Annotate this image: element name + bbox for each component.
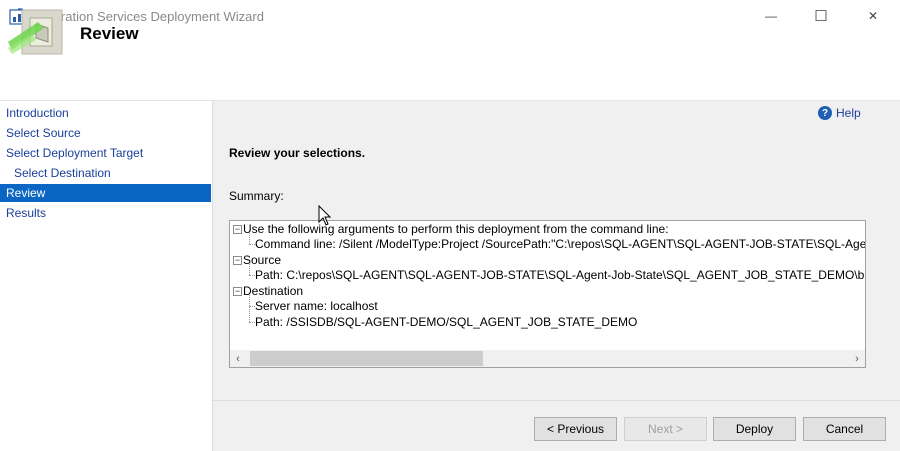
help-icon: ? — [818, 106, 832, 120]
tree-node-command-line[interactable]: Command line: /Silent /ModelType:Project… — [255, 237, 865, 252]
tree-node-source[interactable]: Source — [243, 253, 281, 268]
summary-tree[interactable]: − − − Use the following arguments to per… — [229, 220, 866, 368]
mouse-cursor-icon — [318, 204, 332, 230]
collapse-toggle-icon[interactable]: − — [233, 225, 242, 234]
page-title: Review — [80, 24, 139, 43]
tree-node-destination-path[interactable]: Path: /SSISDB/SQL-AGENT-DEMO/SQL_AGENT_J… — [255, 315, 637, 330]
nav-item-results[interactable]: Results — [0, 204, 211, 222]
tree-connector — [249, 295, 250, 322]
nav-item-select-source[interactable]: Select Source — [0, 124, 211, 142]
nav-item-introduction[interactable]: Introduction — [0, 104, 211, 122]
wizard-header — [0, 34, 900, 101]
scroll-right-icon[interactable]: › — [849, 350, 865, 367]
close-button[interactable]: ✕ — [850, 0, 896, 32]
scroll-left-icon[interactable]: ‹ — [230, 350, 246, 367]
tree-node-command-line-header[interactable]: Use the following arguments to perform t… — [243, 222, 669, 237]
help-label: Help — [836, 106, 861, 120]
summary-label: Summary: — [229, 189, 284, 203]
cancel-button[interactable]: Cancel — [803, 417, 886, 441]
nav-item-review[interactable]: Review — [0, 184, 211, 202]
wizard-header-icon — [8, 8, 64, 58]
help-link[interactable]: ? Help — [818, 106, 861, 120]
tree-node-server-name[interactable]: Server name: localhost — [255, 299, 378, 314]
minimize-button[interactable]: — — [748, 0, 794, 32]
nav-item-select-destination[interactable]: Select Destination — [0, 164, 211, 182]
next-button[interactable]: Next > — [624, 417, 707, 441]
tree-node-destination[interactable]: Destination — [243, 284, 303, 299]
nav-item-select-deployment-target[interactable]: Select Deployment Target — [0, 144, 211, 162]
tree-node-source-path[interactable]: Path: C:\repos\SQL-AGENT\SQL-AGENT-JOB-S… — [255, 268, 865, 283]
scrollbar-thumb[interactable] — [250, 351, 483, 366]
previous-button[interactable]: < Previous — [534, 417, 617, 441]
collapse-toggle-icon[interactable]: − — [233, 287, 242, 296]
collapse-toggle-icon[interactable]: − — [233, 256, 242, 265]
deploy-button[interactable]: Deploy — [713, 417, 796, 441]
window-title: Integration Services Deployment Wizard — [32, 9, 264, 24]
review-heading: Review your selections. — [229, 146, 366, 160]
maximize-button[interactable]: ☐ — [798, 0, 844, 32]
footer-divider — [213, 400, 900, 401]
